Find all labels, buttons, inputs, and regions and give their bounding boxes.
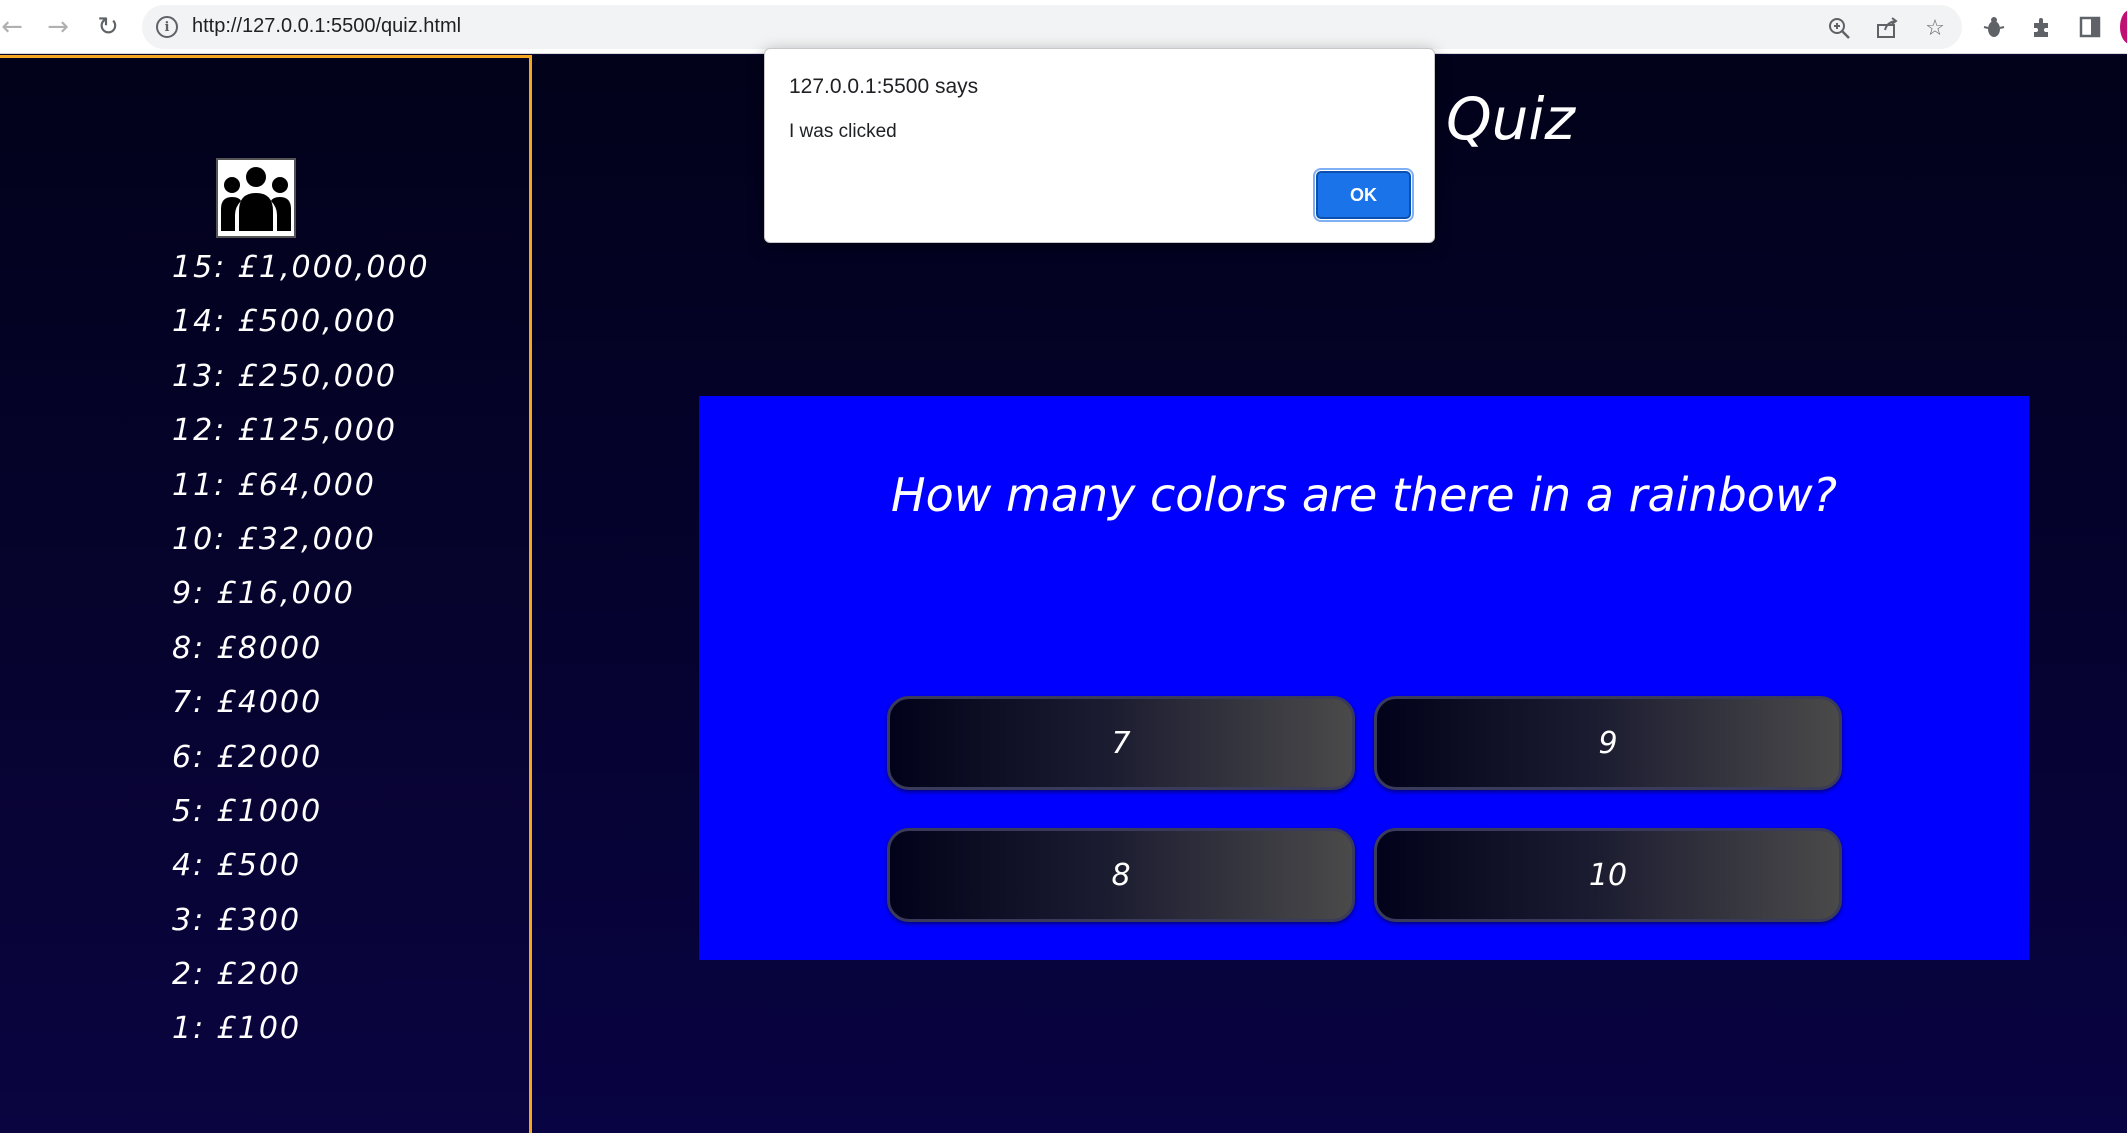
dialog-message: I was clicked xyxy=(789,121,897,142)
ok-button[interactable]: OK xyxy=(1313,168,1414,222)
prize-level-4: 4: £500 xyxy=(172,848,302,884)
prize-level-8: 8: £8000 xyxy=(172,630,323,666)
puzzle-icon[interactable] xyxy=(2024,9,2060,45)
bug-icon[interactable] xyxy=(1976,9,2012,45)
prize-level-11: 11: £64,000 xyxy=(172,467,376,503)
prize-level-1: 1: £100 xyxy=(172,1011,302,1047)
answer-button-c[interactable]: 8 xyxy=(887,828,1355,922)
prize-level-5: 5: £1000 xyxy=(172,793,323,829)
prize-ladder: 15: £1,000,000 14: £500,000 13: £250,000… xyxy=(172,241,430,1057)
prize-level-12: 12: £125,000 xyxy=(172,413,397,449)
prize-level-3: 3: £300 xyxy=(172,902,302,938)
star-icon[interactable]: ☆ xyxy=(1920,13,1950,43)
prize-level-9: 9: £16,000 xyxy=(172,576,355,612)
prize-level-10: 10: £32,000 xyxy=(172,521,376,557)
prize-level-7: 7: £4000 xyxy=(172,685,323,721)
alert-dialog: 127.0.0.1:5500 says I was clicked OK xyxy=(764,48,1435,243)
answer-button-d[interactable]: 10 xyxy=(1374,828,1842,922)
prize-level-2: 2: £200 xyxy=(172,957,302,993)
prize-level-13: 13: £250,000 xyxy=(172,358,397,394)
answer-button-b[interactable]: 9 xyxy=(1374,696,1842,790)
side-panel-icon[interactable] xyxy=(2072,9,2108,45)
prize-level-6: 6: £2000 xyxy=(172,739,323,775)
page-title: Quiz xyxy=(1446,85,1575,153)
zoom-icon[interactable] xyxy=(1824,13,1854,43)
ask-the-audience-button[interactable] xyxy=(216,158,296,238)
share-icon[interactable] xyxy=(1872,13,1902,43)
address-bar[interactable]: i http://127.0.0.1:5500/quiz.html ☆ xyxy=(142,5,1962,49)
browser-toolbar: ← → ↻ i http://127.0.0.1:5500/quiz.html … xyxy=(0,0,2127,54)
prize-sidebar: 15: £1,000,000 14: £500,000 13: £250,000… xyxy=(0,55,532,1133)
reload-icon[interactable]: ↻ xyxy=(90,9,126,45)
question-text: How many colors are there in a rainbow? xyxy=(891,468,1837,522)
prize-level-14: 14: £500,000 xyxy=(172,304,397,340)
dialog-title: 127.0.0.1:5500 says xyxy=(789,75,979,98)
ask-the-audience-icon xyxy=(221,167,291,231)
info-icon[interactable]: i xyxy=(156,16,178,38)
answer-button-a[interactable]: 7 xyxy=(887,696,1355,790)
profile-avatar[interactable] xyxy=(2120,10,2127,44)
prize-level-15: 15: £1,000,000 xyxy=(172,250,430,285)
back-arrow-icon[interactable]: ← xyxy=(0,9,30,45)
question-panel: How many colors are there in a rainbow? … xyxy=(699,396,2029,960)
forward-arrow-icon[interactable]: → xyxy=(40,9,76,45)
url-text[interactable]: http://127.0.0.1:5500/quiz.html xyxy=(192,15,461,38)
